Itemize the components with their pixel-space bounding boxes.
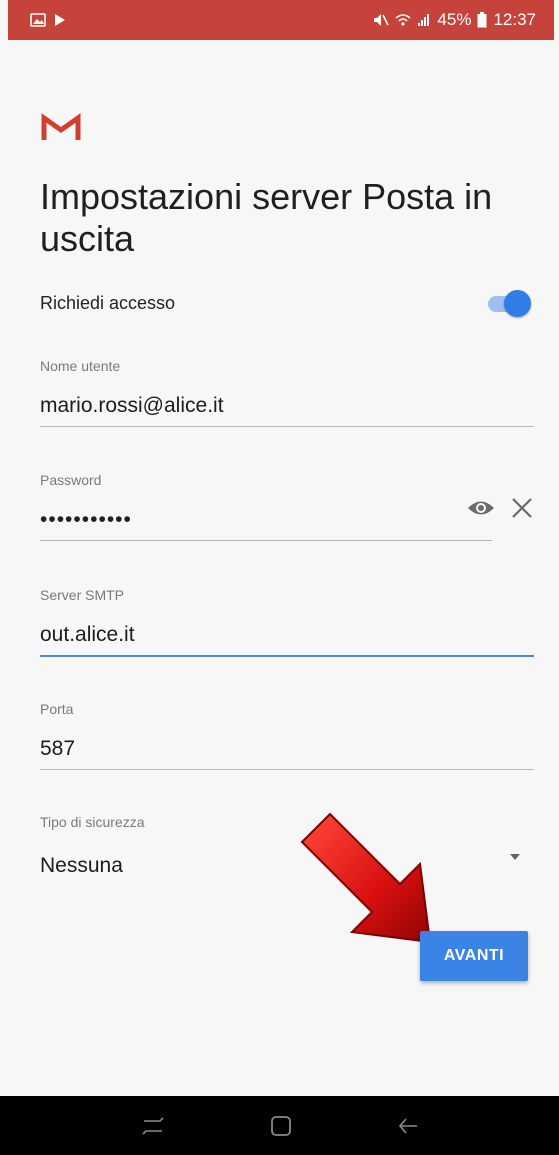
security-type-select[interactable]: Nessuna xyxy=(40,852,534,880)
red-arrow-icon xyxy=(300,812,432,944)
eye-icon[interactable] xyxy=(466,497,496,519)
navigation-bar xyxy=(0,1096,559,1155)
port-label: Porta xyxy=(40,701,74,717)
close-icon[interactable] xyxy=(510,496,534,520)
security-type-label: Tipo di sicurezza xyxy=(40,814,145,830)
mute-icon xyxy=(374,14,390,26)
username-input[interactable]: mario.rossi@alice.it xyxy=(40,392,534,420)
status-bar: 45% 12:37 xyxy=(8,0,554,40)
home-icon[interactable] xyxy=(270,1115,292,1137)
battery-percent: 45% xyxy=(437,10,472,29)
smtp-server-field[interactable]: Server SMTP out.alice.it xyxy=(40,587,534,657)
play-notification-icon xyxy=(55,14,65,26)
password-label: Password xyxy=(40,472,102,488)
toggle-thumb xyxy=(504,290,531,317)
smtp-server-label: Server SMTP xyxy=(40,587,125,603)
port-field[interactable]: Porta 587 xyxy=(40,701,534,770)
username-field[interactable]: Nome utente mario.rossi@alice.it xyxy=(40,358,534,427)
port-input[interactable]: 587 xyxy=(40,735,534,763)
battery-icon xyxy=(477,12,487,28)
gmail-logo-icon xyxy=(41,113,81,140)
username-label: Nome utente xyxy=(40,358,121,374)
port-underline xyxy=(40,769,534,770)
status-bar-system: 45% 12:37 xyxy=(373,10,536,30)
password-input[interactable]: ••••••••••• xyxy=(40,506,492,534)
username-underline xyxy=(40,426,534,427)
smtp-server-underline xyxy=(40,655,534,657)
security-type-field[interactable]: Tipo di sicurezza Nessuna xyxy=(40,814,534,880)
signal-icon xyxy=(418,14,430,26)
back-icon[interactable] xyxy=(397,1116,419,1136)
require-auth-label: Richiedi accesso xyxy=(40,292,176,313)
smtp-server-input[interactable]: out.alice.it xyxy=(40,621,534,649)
require-auth-row[interactable]: Richiedi accesso xyxy=(40,286,531,320)
recents-icon[interactable] xyxy=(140,1116,166,1136)
gallery-notification-icon xyxy=(30,13,46,27)
wifi-icon xyxy=(395,14,411,26)
status-bar-notifications xyxy=(30,13,66,27)
next-button[interactable]: AVANTI xyxy=(420,931,528,981)
page-title: Impostazioni server Posta in uscita xyxy=(40,176,493,259)
dropdown-arrow-icon[interactable] xyxy=(510,854,520,860)
clock: 12:37 xyxy=(493,10,536,29)
password-field[interactable]: Password ••••••••••• xyxy=(40,472,534,541)
password-underline xyxy=(40,540,492,541)
require-auth-toggle[interactable] xyxy=(486,288,531,318)
password-actions xyxy=(466,496,534,520)
